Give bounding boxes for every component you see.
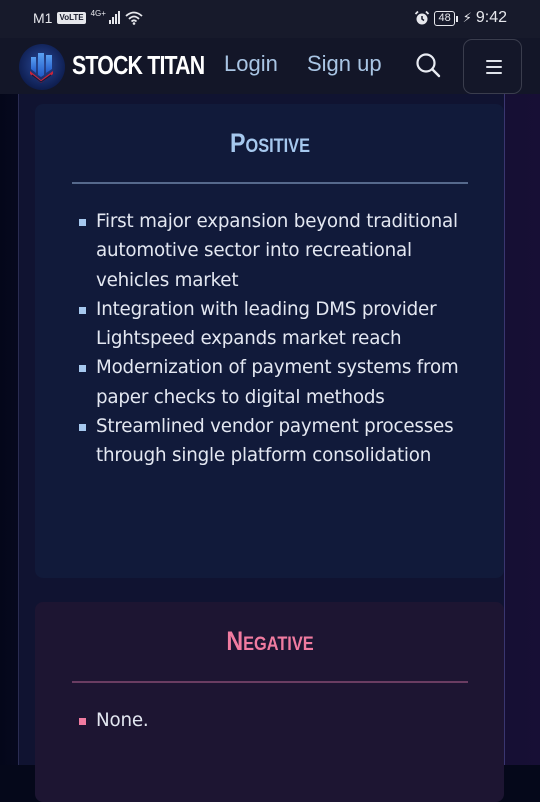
hamburger-icon-bar xyxy=(486,66,502,68)
positive-divider xyxy=(72,182,468,184)
list-item: Streamlined vendor payment processes thr… xyxy=(79,412,479,471)
hamburger-icon-bar xyxy=(486,72,502,74)
list-item-text: Integration with leading DMS provider Li… xyxy=(96,298,437,350)
search-icon[interactable] xyxy=(414,51,442,79)
signal-icon xyxy=(108,11,120,24)
hamburger-icon xyxy=(486,60,502,62)
clock: 9:42 xyxy=(475,9,507,26)
menu-button[interactable] xyxy=(463,39,522,94)
bullet-square-icon xyxy=(79,306,86,314)
bullet-square-icon xyxy=(79,424,86,432)
bullet-square-icon xyxy=(79,219,86,226)
status-left: M1 VoLTE 4G+ xyxy=(33,8,143,26)
signup-link[interactable]: Sign up xyxy=(307,51,382,77)
list-item-text: First major expansion beyond traditional… xyxy=(96,211,458,291)
list-item: Modernization of payment systems from pa… xyxy=(79,353,479,412)
positive-list: First major expansion beyond traditional… xyxy=(79,207,479,471)
carrier-label: M1 xyxy=(33,10,53,26)
positive-title: Positive xyxy=(230,128,310,158)
list-item: First major expansion beyond traditional… xyxy=(79,207,479,295)
alarm-icon xyxy=(415,10,430,25)
list-item-text: Streamlined vendor payment processes thr… xyxy=(96,416,454,467)
list-item: Integration with leading DMS provider Li… xyxy=(79,295,479,354)
status-bar: M1 VoLTE 4G+ 48 ⚡︎ 9:42 xyxy=(0,0,540,38)
list-item-text: Modernization of payment systems from pa… xyxy=(96,357,459,408)
brand-name[interactable]: STOCK TITAN xyxy=(72,50,205,81)
network-type: 4G+ xyxy=(90,8,106,18)
battery-indicator: 48 xyxy=(434,10,459,26)
negative-title: Negative xyxy=(226,626,314,656)
list-item-text: None. xyxy=(96,710,149,731)
wifi-icon xyxy=(125,11,143,25)
charging-icon: ⚡︎ xyxy=(462,10,472,25)
status-right: 48 ⚡︎ 9:42 xyxy=(414,9,507,27)
login-link[interactable]: Login xyxy=(224,51,278,77)
stock-titan-logo-icon[interactable] xyxy=(18,43,66,91)
bullet-square-icon xyxy=(79,365,86,373)
volte-badge: VoLTE xyxy=(57,12,86,24)
bullet-square-icon xyxy=(79,718,86,725)
list-item: None. xyxy=(79,706,479,735)
site-header: STOCK TITAN Login Sign up xyxy=(0,38,540,94)
negative-divider xyxy=(72,681,468,683)
negative-list: None. xyxy=(79,706,479,735)
